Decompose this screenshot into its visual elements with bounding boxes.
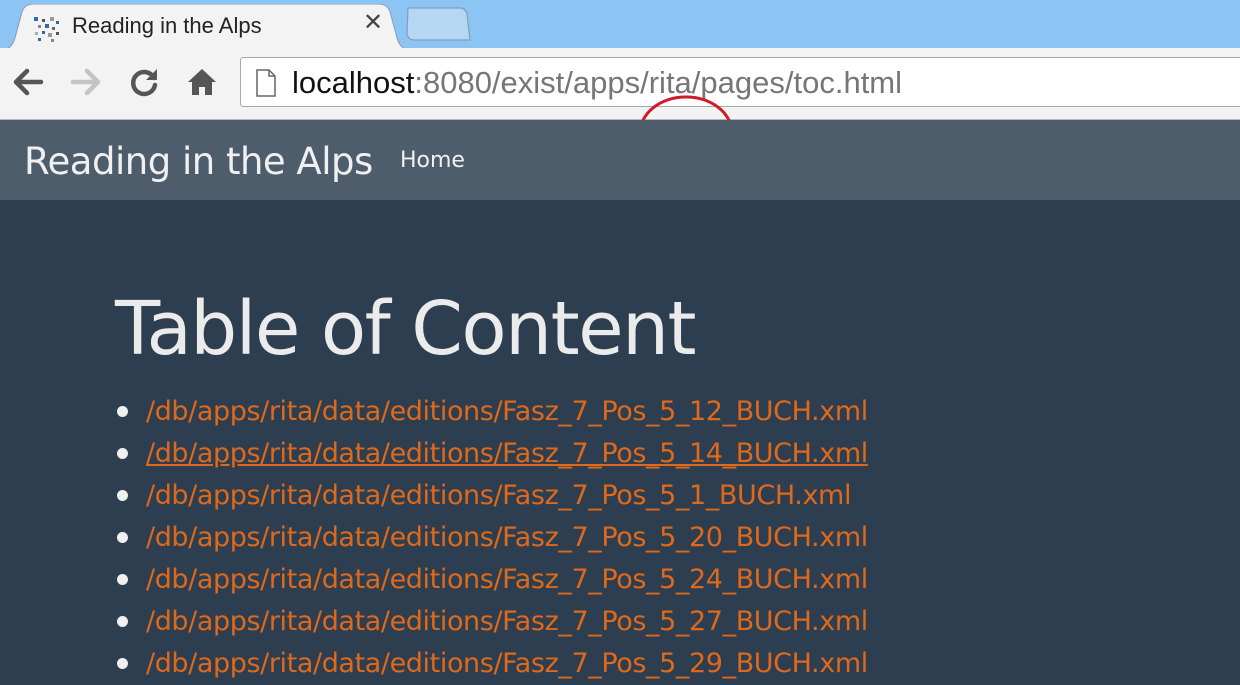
list-item: /db/apps/rita/data/editions/Fasz_7_Pos_5…: [116, 474, 868, 516]
list-item: /db/apps/rita/data/editions/Fasz_7_Pos_5…: [116, 516, 868, 558]
url-path: :8080/exist/apps/rita/pages/toc.html: [414, 65, 903, 100]
toc-link[interactable]: /db/apps/rita/data/editions/Fasz_7_Pos_5…: [146, 480, 851, 511]
bullet-icon: [117, 406, 128, 417]
toc-list: /db/apps/rita/data/editions/Fasz_7_Pos_5…: [116, 390, 868, 684]
main-content: Table of Content /db/apps/rita/data/edit…: [0, 200, 1240, 679]
url-host: localhost: [292, 65, 415, 100]
bullet-icon: [117, 658, 128, 669]
tab-close-icon[interactable]: ✕: [362, 11, 384, 35]
browser-toolbar: localhost:8080/exist/apps/rita/pages/toc…: [0, 48, 1240, 171]
back-arrow-icon[interactable]: [11, 65, 45, 99]
toc-link[interactable]: /db/apps/rita/data/editions/Fasz_7_Pos_5…: [146, 648, 868, 679]
toc-link[interactable]: /db/apps/rita/data/editions/Fasz_7_Pos_5…: [146, 396, 868, 427]
toc-link[interactable]: /db/apps/rita/data/editions/Fasz_7_Pos_5…: [146, 522, 868, 553]
bullet-icon: [117, 490, 128, 501]
bullet-icon: [117, 532, 128, 543]
site-brand[interactable]: Reading in the Alps: [24, 140, 373, 183]
list-item: /db/apps/rita/data/editions/Fasz_7_Pos_5…: [116, 558, 868, 600]
browser-tab[interactable]: Reading in the Alps ✕: [0, 4, 410, 50]
tab-title: Reading in the Alps: [72, 13, 262, 38]
toc-link[interactable]: /db/apps/rita/data/editions/Fasz_7_Pos_5…: [146, 438, 868, 469]
bullet-icon: [117, 616, 128, 627]
bullet-icon: [117, 448, 128, 459]
address-bar[interactable]: localhost:8080/exist/apps/rita/pages/toc…: [240, 57, 1240, 107]
site-favicon-icon: [34, 17, 59, 42]
reload-icon[interactable]: [127, 65, 161, 99]
home-icon[interactable]: [185, 65, 219, 99]
site-navbar: Reading in the Alps Home: [0, 120, 1240, 200]
forward-arrow-icon[interactable]: [69, 65, 103, 99]
toc-link[interactable]: /db/apps/rita/data/editions/Fasz_7_Pos_5…: [146, 564, 868, 595]
address-url[interactable]: localhost:8080/exist/apps/rita/pages/toc…: [292, 64, 902, 102]
page-title: Table of Content: [115, 286, 697, 372]
list-item: /db/apps/rita/data/editions/Fasz_7_Pos_5…: [116, 432, 868, 474]
bullet-icon: [117, 574, 128, 585]
new-tab-icon[interactable]: [402, 6, 472, 42]
nav-home-link[interactable]: Home: [400, 148, 465, 173]
page-icon: [256, 69, 276, 97]
list-item: /db/apps/rita/data/editions/Fasz_7_Pos_5…: [116, 600, 868, 642]
list-item: /db/apps/rita/data/editions/Fasz_7_Pos_5…: [116, 642, 868, 684]
list-item: /db/apps/rita/data/editions/Fasz_7_Pos_5…: [116, 390, 868, 432]
browser-titlebar: Reading in the Alps ✕: [0, 0, 1240, 50]
toc-link[interactable]: /db/apps/rita/data/editions/Fasz_7_Pos_5…: [146, 606, 868, 637]
